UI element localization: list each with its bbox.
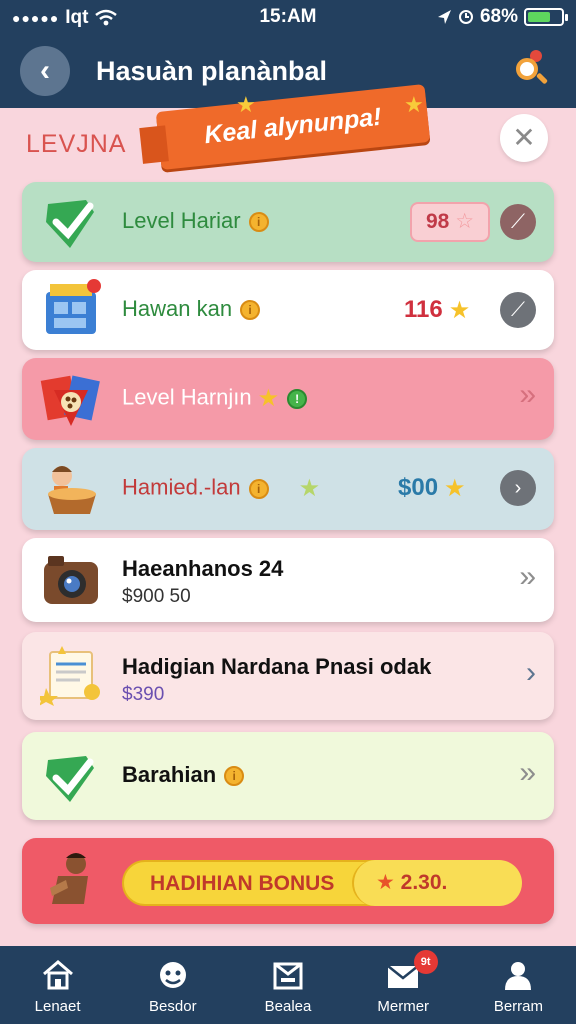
row-label: Hamied.-lan i ★ [122, 474, 321, 502]
camera-icon [44, 556, 98, 604]
tab-besdor[interactable]: Besdor [115, 946, 230, 1024]
edit-button[interactable]: ⟋ [500, 292, 536, 328]
list-item[interactable]: Level Harnjın ★! » [22, 358, 554, 440]
back-arrow-icon: ‹ [40, 54, 50, 87]
tab-bealea[interactable]: Bealea [230, 946, 345, 1024]
checkmark-shield-icon [46, 756, 94, 802]
treasure-bowl-icon [48, 466, 96, 514]
star-icon: ★ [444, 475, 466, 503]
coin-icon: i [248, 212, 269, 233]
list-item[interactable]: Hamied.-lan i ★ $00 ★ › [22, 448, 554, 530]
character-avatar-icon [50, 853, 88, 904]
row-label: Barahian i [122, 762, 245, 788]
row-label: Haeanhanos 24 [122, 556, 284, 581]
coin-icon: i [224, 766, 245, 787]
row-subtitle: $390 [122, 684, 165, 705]
tab-bar: Lenaet Besdor Bealea 9t Mermer Berram [0, 946, 576, 1024]
battery-fill [528, 12, 550, 22]
star-icon: ★ [257, 385, 280, 412]
location-icon [437, 10, 451, 24]
list-item[interactable]: Haeanhanos 24 $900 50 » [22, 538, 554, 622]
document-stars-icon [40, 646, 100, 706]
search-button[interactable] [512, 50, 552, 90]
bonus-value: ★ 2.30. [352, 860, 522, 906]
search-icon [516, 58, 538, 80]
tab-mermer[interactable]: 9t Mermer [346, 946, 461, 1024]
row-label: Hawan kan i [122, 296, 261, 322]
battery-icon [524, 8, 568, 26]
list-item[interactable]: Level Hariar i 98 ☆ ⟋ [22, 182, 554, 262]
tab-home[interactable]: Lenaet [0, 946, 115, 1024]
double-chevron-right-icon[interactable]: » [519, 756, 536, 790]
bonus-row[interactable]: HADIHIAN BONUS ★ 2.30. [22, 838, 554, 924]
star-icon: ★ [448, 297, 471, 325]
profile-icon [505, 962, 532, 990]
row-label: Level Hariar i [122, 208, 269, 234]
chevron-right-icon[interactable]: › [526, 656, 536, 690]
bonus-button[interactable]: HADIHIAN BONUS ★ 2.30. [122, 860, 522, 906]
tab-label: Mermer [377, 998, 430, 1015]
row-subtitle: $900 50 [122, 586, 191, 607]
banner-star-icon: ★ [236, 92, 256, 117]
next-button[interactable]: › [500, 470, 536, 506]
alarm-icon [458, 10, 473, 24]
pencil-icon: ⟋ [511, 299, 525, 321]
page-title: Hasuàn planànbal [96, 56, 328, 86]
tab-label: Berram [493, 998, 543, 1015]
pencil-icon: ⟋ [511, 211, 525, 233]
bonus-label: HADIHIAN BONUS [150, 872, 335, 895]
coin-icon: i [240, 300, 261, 321]
row-amount: 116 ★ [404, 296, 471, 325]
chevron-right-icon: › [514, 477, 522, 499]
close-button[interactable]: ✕ [500, 114, 548, 162]
checkmark-shield-icon [46, 200, 94, 248]
back-button[interactable]: ‹ [20, 46, 70, 96]
status-bar: ●●●●● Iqt 15:AM 68% [0, 0, 576, 34]
double-chevron-right-icon[interactable]: » [519, 560, 536, 594]
list-item[interactable]: Barahian i » [22, 732, 554, 820]
star-icon: ★ [298, 475, 321, 502]
tab-label: Lenaet [34, 998, 81, 1015]
star-icon: ★ [376, 871, 395, 894]
calendar-box-icon [46, 279, 101, 334]
notification-badge: 9t [413, 950, 438, 974]
list-item[interactable]: Hawan kan i 116 ★ ⟋ [22, 270, 554, 350]
edit-button[interactable]: ⟋ [500, 204, 536, 240]
row-amount: $00 ★ [398, 474, 466, 503]
banner-star-icon: ★ [404, 92, 424, 117]
row-label: Level Harnjın ★! [122, 384, 308, 413]
tab-berram[interactable]: Berram [461, 946, 576, 1024]
section-label: LEVJNA [26, 130, 127, 158]
coin-icon: i [248, 478, 269, 499]
film-ticket-icon [40, 375, 100, 426]
store-icon [273, 962, 303, 990]
tab-label: Besdor [149, 998, 197, 1015]
home-icon [42, 960, 73, 990]
battery-percent: 68% [479, 6, 518, 27]
double-chevron-right-icon[interactable]: » [519, 378, 536, 412]
green-coin-icon: ! [287, 388, 308, 409]
face-icon [159, 962, 186, 988]
row-label: Hadigian Nardana Pnasi odak [122, 654, 432, 679]
score-badge: 98 ☆ [410, 202, 490, 242]
list-item[interactable]: Hadigian Nardana Pnasi odak $390 › [22, 632, 554, 720]
app-header: ‹ Hasuàn planànbal [0, 34, 576, 108]
close-icon: ✕ [512, 122, 536, 153]
tab-label: Bealea [264, 998, 312, 1015]
